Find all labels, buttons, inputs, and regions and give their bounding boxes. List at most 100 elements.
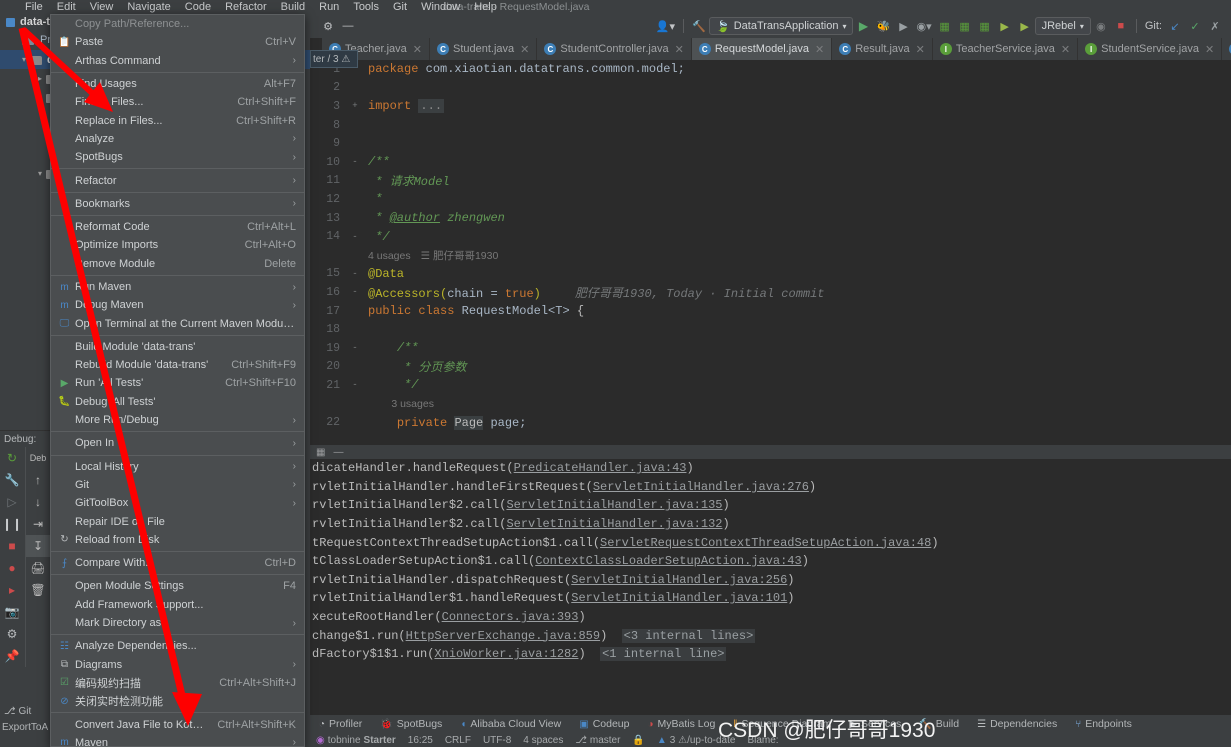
code-editor[interactable]: 1 package com.xiaotian.datatrans.common.m… [310,60,1231,445]
status-lock-icon[interactable]: 🔒 [626,735,650,746]
build-hammer-icon[interactable]: 🔨 [689,16,709,36]
console-line[interactable]: rvletInitialHandler$2.call(ServletInitia… [310,515,1231,534]
context-menu-item-build-module-data-trans[interactable]: Build Module 'data-trans' [51,338,304,356]
run-icon[interactable]: ▶ [853,16,873,36]
editor-tab-teacherservice[interactable]: I TeacherService.java ✕ [933,38,1079,60]
stop-icon[interactable]: ■ [1111,16,1131,36]
run-with-coverage-icon[interactable]: ▶ [893,16,913,36]
attach-debugger-icon[interactable]: ◉ [1091,16,1111,36]
context-menu-item-remove-module[interactable]: Remove Module Delete [51,255,304,273]
menu-item-git[interactable]: Git [386,0,414,14]
console-line[interactable]: change$1.run(HttpServerExchange.java:859… [310,626,1231,645]
context-menu-item-more-run-debug[interactable]: More Run/Debug › [51,411,304,429]
menu-item-run[interactable]: Run [312,0,346,14]
status-indent[interactable]: 4 spaces [517,735,569,746]
trash-icon[interactable]: 🗑 [26,579,50,601]
context-menu-item-convert-java-file-to-kotlin-file[interactable]: Convert Java File to Kotlin File Ctrl+Alt… [51,715,304,733]
context-menu-item-copy-path-reference[interactable]: Copy Path/Reference... [51,15,304,33]
user-account-icon[interactable]: 👤▾ [653,16,678,36]
breadcrumb[interactable]: ter / 3 ⚠ [310,50,358,68]
fold-gutter-icon[interactable]: - [348,287,362,297]
context-menu-item-local-history[interactable]: Local History › [51,458,304,476]
context-menu-item-spotbugs[interactable]: SpotBugs › [51,148,304,166]
breakpoints-icon[interactable]: ● [0,557,24,579]
console-line[interactable]: rvletInitialHandler.handleFirstRequest(S… [310,478,1231,497]
context-menu-item-open-in[interactable]: Open In › [51,434,304,452]
minimize-icon[interactable]: — [338,16,358,36]
tool-window-button-mybatis-log[interactable]: ◑ MyBatis Log [638,718,724,730]
deploy-icon[interactable]: ▦ [955,16,975,36]
update-app-icon[interactable]: ▦ [975,16,995,36]
context-menu-item-find-usages[interactable]: Find Usages Alt+F7 [51,75,304,93]
editor-tab-studentcontroller[interactable]: C StudentController.java ✕ [537,38,692,60]
status-branch[interactable]: ⎇ master [569,735,626,746]
console-minimize-icon[interactable]: — [333,447,343,458]
context-menu-item-paste[interactable]: 📋 Paste Ctrl+V [51,33,304,51]
arrow-down-icon[interactable]: ↓ [26,491,50,513]
context-menu-item-bookmarks[interactable]: Bookmarks › [51,195,304,213]
context-menu-item-run-maven[interactable]: m Run Maven › [51,278,304,296]
status-encoding[interactable]: UTF-8 [477,735,517,746]
camera-icon[interactable]: 📷 [0,601,24,623]
print-icon[interactable]: 🖨 [26,557,50,579]
git-tool-window-button[interactable]: ⎇ Git [0,706,50,717]
jrebel-selector[interactable]: JRebel ▾ [1034,17,1091,35]
status-line-separator[interactable]: CRLF [439,735,477,746]
chevron-down-icon[interactable]: ▾ [34,93,46,102]
editor-tab-student[interactable]: C Student.java ✕ [430,38,538,60]
context-menu-item-arthas-command[interactable]: Arthas Command › [51,52,304,70]
editor-tab-requestmodel[interactable]: C RequestModel.java ✕ [691,38,833,60]
status-runner[interactable]: ◉ tobnine Starter [310,735,402,746]
git-push-icon[interactable]: ✗ [1205,16,1225,36]
context-menu-item-add-framework-support[interactable]: Add Framework Support... [51,596,304,614]
menu-item-help[interactable]: Help [467,0,504,14]
menu-item-file[interactable]: File [18,0,50,14]
menu-item-edit[interactable]: Edit [50,0,83,14]
console-line[interactable]: tClassLoaderSetupAction$1.call(ContextCl… [310,552,1231,571]
context-menu-item-gittoolbox[interactable]: GitToolBox › [51,494,304,512]
menu-item-tools[interactable]: Tools [346,0,386,14]
tool-window-button-spotbugs[interactable]: 🐞 SpotBugs [371,718,451,730]
console-line[interactable]: rvletInitialHandler.dispatchRequest(Serv… [310,571,1231,590]
context-menu-item-repair-ide-on-file[interactable]: Repair IDE on File [51,512,304,530]
profile-icon[interactable]: ◉▾ [913,16,934,36]
stop-icon[interactable]: ■ [0,535,24,557]
jrebel-run-icon[interactable]: ▶ [995,16,1015,36]
context-menu-item-run-all-tests[interactable]: ▶ Run 'All Tests' Ctrl+Shift+F10 [51,374,304,392]
console-line[interactable]: tRequestContextThreadSetupAction$1.call(… [310,533,1231,552]
context-menu-item-debug-maven[interactable]: m Debug Maven › [51,296,304,314]
pause-icon[interactable]: ❙❙ [0,513,24,535]
tool-window-button-alibaba-cloud-view[interactable]: ◖ Alibaba Cloud View [451,718,570,730]
editor-tab-teacherserviceimpl[interactable]: CTeacherServiceImpl.java✕ [1222,38,1231,60]
menu-item-navigate[interactable]: Navigate [120,0,177,14]
fold-gutter-icon[interactable]: - [348,157,362,167]
tool-window-button-profiler[interactable]: ◔ Profiler [310,718,371,730]
close-tab-icon[interactable]: ✕ [675,43,684,56]
editor-tab-result[interactable]: C Result.java ✕ [832,38,933,60]
tool-window-button-dependencies[interactable]: ☰ Dependencies [968,718,1066,730]
close-tab-icon[interactable]: ✕ [520,43,529,56]
menu-item-refactor[interactable]: Refactor [218,0,274,14]
console-line[interactable]: xecuteRootHandler(Connectors.java:393) [310,608,1231,627]
context-menu-item-refactor[interactable]: Refactor › [51,171,304,189]
arrow-up-icon[interactable]: ↑ [26,469,50,491]
jrebel-debug-icon[interactable]: ▶ [1015,16,1035,36]
close-tab-icon[interactable]: ✕ [1061,43,1070,56]
menu-item-view[interactable]: View [83,0,121,14]
editor-tab-studentservice[interactable]: I StudentService.java ✕ [1078,38,1223,60]
tool-window-button-codeup[interactable]: ▣ Codeup [570,718,638,730]
run-configuration-selector[interactable]: 🍃 DataTransApplication ▾ [709,17,854,35]
context-menu-item-replace-in-files[interactable]: Replace in Files... Ctrl+Shift+R [51,111,304,129]
context-menu-item-open-module-settings[interactable]: Open Module Settings F4 [51,577,304,595]
pin-icon[interactable]: 📌 [0,645,24,667]
settings-wrench-icon[interactable]: 🔧 [0,469,24,491]
export-tool-window-button[interactable]: ExportToA [0,722,56,733]
chevron-down-icon[interactable]: ▾ [1080,22,1084,31]
context-menu-item-rebuild-module-data-trans[interactable]: Rebuild Module 'data-trans' Ctrl+Shift+F9 [51,356,304,374]
chevron-down-icon[interactable]: ▾ [18,55,30,64]
tool-window-button-endpoints[interactable]: ⑂ Endpoints [1066,718,1141,730]
fold-gutter-icon[interactable]: - [348,269,362,279]
run-console[interactable]: ▦ — dicateHandler.handleRequest(Predicat… [310,445,1231,729]
context-menu-item-reformat-code[interactable]: Reformat Code Ctrl+Alt+L [51,218,304,236]
context-menu-item-mark-directory-as[interactable]: Mark Directory as › [51,614,304,632]
